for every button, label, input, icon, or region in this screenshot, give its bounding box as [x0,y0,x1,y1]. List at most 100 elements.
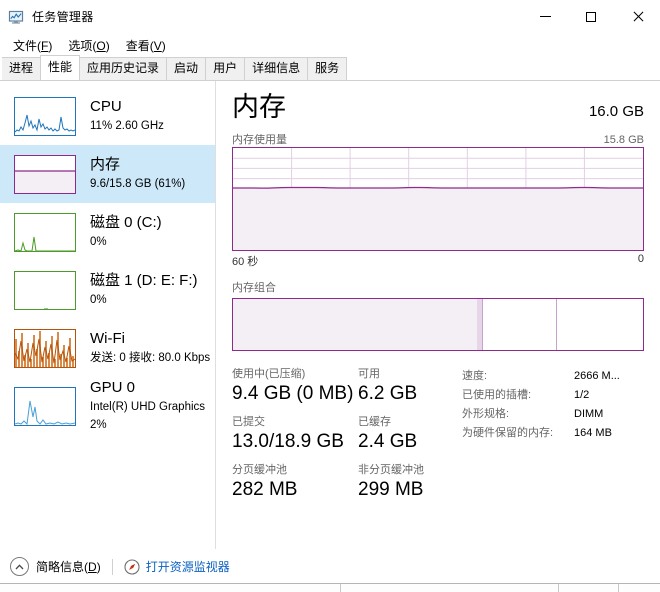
sidebar-item-wifi-text: Wi-Fi 发送: 0 接收: 80.0 Kbps [90,330,210,366]
sidebar-item-gpu-0-text: GPU 0 Intel(R) UHD Graphics 2% [90,379,205,433]
stat-row-3: 分页缓冲池 282 MB 非分页缓冲池 299 MB [232,463,460,502]
memory-stats-right: 速度: 2666 M... 已使用的插槽: 1/2 外形规格: DIMM 为硬件… [460,367,644,511]
stat-in-use-value: 9.4 GB (0 MB) [232,383,354,404]
sidebar-item-gpu-0-sub2: 2% [90,419,107,431]
stat-paged-pool-value: 282 MB [232,479,298,500]
stat-committed-value: 13.0/18.9 GB [232,431,344,452]
stat-committed-label: 已提交 [232,416,265,428]
menu-file[interactable]: 文件(F) [6,35,59,56]
menu-options[interactable]: 选项(O) [61,35,116,56]
sidebar-item-cpu-text: CPU 11% 2.60 GHz [90,98,164,134]
status-bar: 简略信息(D) 打开资源监视器 [0,549,660,583]
tab-startup[interactable]: 启动 [166,57,207,80]
window-controls [522,0,660,33]
stat-hardware-reserved-label: 为硬件保留的内存: [462,427,554,439]
tab-processes[interactable]: 进程 [2,57,42,80]
stat-paged-pool-label: 分页缓冲池 [232,464,287,476]
maximize-icon [586,11,596,22]
resource-monitor-icon[interactable] [124,558,140,575]
composition-divider-2 [555,299,557,350]
stat-slots-used-label: 已使用的插槽: [462,389,532,401]
tab-details[interactable]: 详细信息 [244,57,309,80]
background-divider-2 [558,584,559,592]
sidebar-item-disk-0-sub: 0% [90,236,107,248]
axis-left-label: 60 秒 [232,256,259,268]
memory-thumbnail-graph [14,154,76,194]
stat-in-use-label: 使用中(已压缩) [232,368,306,380]
sidebar-item-cpu[interactable]: CPU 11% 2.60 GHz [0,87,215,145]
fewer-details-button[interactable]: 简略信息(D) [36,558,101,575]
stat-speed-value: 2666 M... [574,370,620,382]
memory-composition-bar[interactable] [232,298,644,351]
memory-usage-svg [233,148,643,250]
status-bar-divider [111,558,113,575]
usage-graph-labels: 内存使用量 15.8 GB [232,131,644,147]
stat-form-factor: 外形规格: DIMM [462,405,644,424]
sidebar-item-gpu-0[interactable]: GPU 0 Intel(R) UHD Graphics 2% [0,377,215,435]
close-icon [632,11,643,22]
sidebar-item-disk-1[interactable]: 磁盘 1 (D: E: F:) 0% [0,261,215,319]
sidebar-item-wifi[interactable]: Wi-Fi 发送: 0 接收: 80.0 Kbps [0,319,215,377]
stat-form-factor-value: DIMM [574,408,604,420]
disk-1-thumbnail-graph [14,270,76,310]
tab-strip: 进程 性能 应用历史记录 启动 用户 详细信息 服务 [0,55,660,81]
memory-detail-panel: 内存 16.0 GB 内存使用量 15.8 GB 60 秒 0 内存组合 使用中… [216,81,660,562]
stat-available-label: 可用 [358,368,380,380]
stat-available: 可用 6.2 GB [358,367,458,406]
sidebar-item-wifi-title: Wi-Fi [90,330,125,347]
stat-row-1: 使用中(已压缩) 9.4 GB (0 MB) 可用 6.2 GB [232,367,460,406]
memory-usage-graph [232,147,644,251]
menu-view[interactable]: 查看(V) [119,35,173,56]
composition-inuse-segment [233,299,477,350]
sidebar-item-disk-0-title: 磁盘 0 (C:) [90,214,162,231]
stat-nonpaged-pool-label: 非分页缓冲池 [358,464,424,476]
axis-right-label: 0 [637,253,644,265]
memory-composition-label: 内存组合 [232,282,276,294]
sidebar-item-gpu-0-sub: Intel(R) UHD Graphics [90,401,206,413]
close-button[interactable] [614,0,660,33]
usage-area-fill [233,187,643,250]
memory-header: 内存 16.0 GB [232,91,644,123]
cpu-thumbnail-graph [14,96,76,136]
minimize-button[interactable] [522,0,568,33]
disk-0-thumbnail-graph [14,212,76,252]
sidebar-item-disk-1-text: 磁盘 1 (D: E: F:) 0% [90,272,198,308]
sidebar-item-disk-1-title: 磁盘 1 (D: E: F:) [90,272,198,289]
sidebar-item-disk-1-sub: 0% [90,294,107,306]
tab-services[interactable]: 服务 [307,57,348,80]
resource-sidebar: CPU 11% 2.60 GHz 内存 9.6/15.8 GB (61%) 磁盘… [0,81,216,562]
tab-performance[interactable]: 性能 [40,55,81,80]
sidebar-item-disk-0[interactable]: 磁盘 0 (C:) 0% [0,203,215,261]
tab-app-history[interactable]: 应用历史记录 [79,57,168,80]
minimize-icon [539,16,551,17]
stat-hardware-reserved: 为硬件保留的内存: 164 MB [462,424,644,443]
wifi-thumbnail-graph [14,328,76,368]
task-manager-icon [8,9,24,25]
stat-available-value: 6.2 GB [358,383,418,404]
stat-row-2: 已提交 13.0/18.9 GB 已缓存 2.4 GB [232,415,460,454]
page-title: 内存 [232,92,286,122]
usage-graph-label: 内存使用量 [232,134,287,146]
task-manager-window: 任务管理器 文件(F) 选项(O) 查看(V) 进程 性能 应用历史记录 启动 … [0,0,660,592]
stat-speed: 速度: 2666 M... [462,367,644,386]
maximize-button[interactable] [568,0,614,33]
sidebar-item-memory[interactable]: 内存 9.6/15.8 GB (61%) [0,145,215,203]
chevron-up-icon[interactable] [10,557,29,576]
open-resource-monitor-link[interactable]: 打开资源监视器 [146,558,230,575]
gpu-0-thumbnail-graph [14,386,76,426]
memory-stats-left: 使用中(已压缩) 9.4 GB (0 MB) 可用 6.2 GB 已提交 13.… [232,367,460,511]
sidebar-item-memory-title: 内存 [90,156,121,173]
sidebar-item-cpu-sub: 11% 2.60 GHz [90,120,164,132]
usage-graph-max: 15.8 GB [603,134,644,146]
stat-nonpaged-pool-value: 299 MB [358,479,424,500]
memory-stats: 使用中(已压缩) 9.4 GB (0 MB) 可用 6.2 GB 已提交 13.… [232,367,644,511]
background-window-edge [0,583,660,592]
title-bar: 任务管理器 [0,0,660,33]
stat-cached-label: 已缓存 [358,416,391,428]
stat-cached: 已缓存 2.4 GB [358,415,458,454]
tab-users[interactable]: 用户 [205,57,246,80]
background-divider-1 [340,584,341,592]
sidebar-item-wifi-sub: 发送: 0 接收: 80.0 Kbps [90,352,211,364]
stat-slots-used: 已使用的插槽: 1/2 [462,386,644,405]
stat-committed: 已提交 13.0/18.9 GB [232,415,358,454]
